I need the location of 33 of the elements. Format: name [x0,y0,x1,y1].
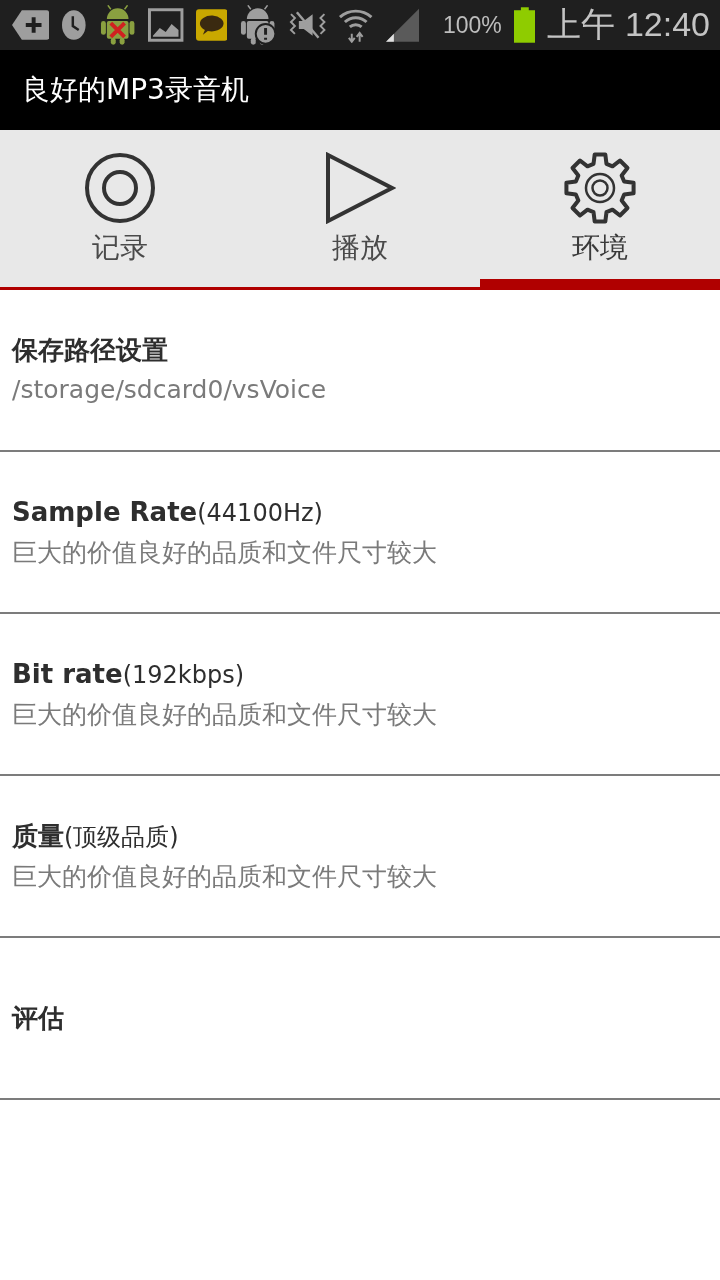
signal-icon [385,8,419,42]
settings-row[interactable]: Bit rate(192kbps) 巨大的价值良好的品质和文件尺寸较大 [0,614,720,776]
status-time: 上午 12:40 [547,4,710,45]
tab[interactable]: 环境 [480,130,720,287]
plus-tag-icon [12,10,50,40]
setting-title: 保存路径设置 [12,334,169,367]
tab[interactable]: 播放 [240,130,480,287]
battery-icon [513,7,536,43]
battery-percent: 100% [442,11,502,39]
setting-summary: 巨大的价值良好的品质和文件尺寸较大 [12,536,438,569]
setting-title: Bit rate(192kbps) [12,657,246,691]
setting-title: 评估 [12,1002,65,1035]
robot-error-icon [99,5,137,45]
tab[interactable]: 记录 [0,130,240,287]
record-icon [84,152,156,224]
settings-row[interactable]: Sample Rate(44100Hz) 巨大的价值良好的品质和文件尺寸较大 [0,452,720,614]
clock-icon [61,9,87,41]
wifi-icon [338,7,374,43]
setting-summary: 巨大的价值良好的品质和文件尺寸较大 [12,698,438,731]
settings-row[interactable]: 质量(顶级品质) 巨大的价值良好的品质和文件尺寸较大 [0,776,720,938]
setting-summary: 巨大的价值良好的品质和文件尺寸较大 [12,860,438,893]
chat-bubble-icon [195,9,228,41]
settings-row[interactable]: 保存路径设置 /storage/sdcard0/vsVoice [0,290,720,452]
settings-icon [564,152,636,224]
app-title: 良好的MP3录音机 [22,72,249,108]
play-icon [324,152,396,224]
robot-alert-icon [239,5,277,45]
image-icon [148,8,184,42]
setting-title: 质量(顶级品质) [12,819,180,853]
setting-title: Sample Rate(44100Hz) [12,495,324,529]
setting-summary: /storage/sdcard0/vsVoice [12,374,328,406]
muted-speaker-icon [288,10,327,40]
settings-row[interactable]: 评估 [0,938,720,1100]
